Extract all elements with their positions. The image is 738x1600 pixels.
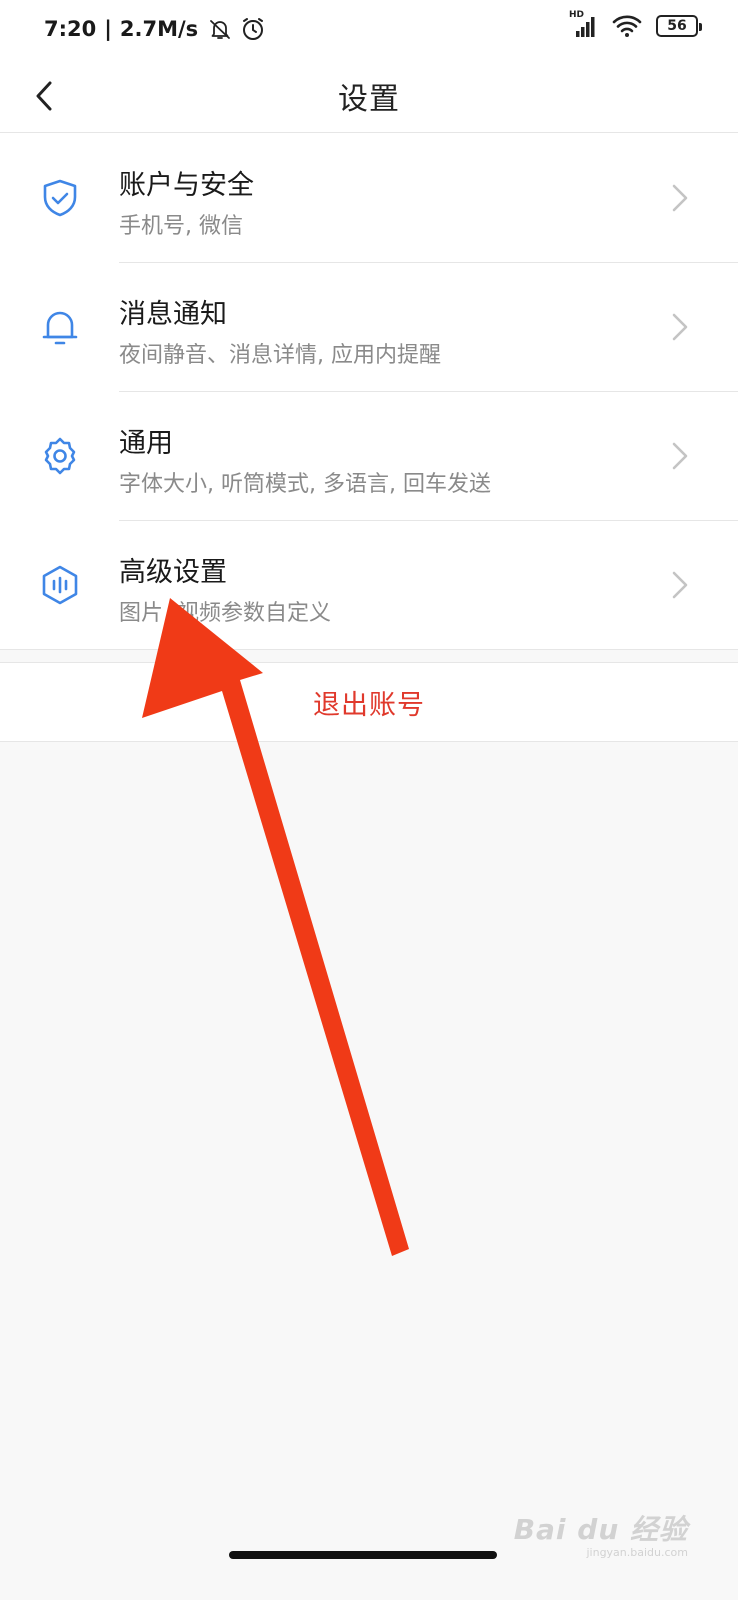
bell-icon: [39, 306, 81, 348]
signal-icon: HD: [569, 10, 598, 38]
setting-title: 高级设置: [119, 557, 227, 588]
logout-button[interactable]: 退出账号: [0, 662, 738, 742]
status-left: 7:20 | 2.7M/s: [44, 16, 266, 42]
wifi-icon: [612, 14, 642, 38]
setting-title: 通用: [119, 428, 173, 459]
logout-label: 退出账号: [313, 689, 425, 721]
status-separator: |: [104, 17, 112, 41]
setting-subtitle: 字体大小, 听筒模式, 多语言, 回车发送: [119, 472, 491, 497]
status-time: 7:20: [44, 17, 97, 41]
setting-subtitle: 图片, 视频参数自定义: [119, 601, 331, 626]
setting-item-general[interactable]: 通用 字体大小, 听筒模式, 多语言, 回车发送: [0, 391, 738, 520]
watermark-logo: Bai du 经验: [513, 1513, 688, 1546]
alarm-icon: [240, 16, 266, 42]
chevron-right-icon: [670, 183, 690, 213]
watermark: Bai du 经验 jingyan.baidu.com: [514, 1508, 688, 1559]
setting-item-account-security[interactable]: 账户与安全 手机号, 微信: [0, 133, 738, 262]
silent-bell-icon: [208, 17, 232, 41]
setting-subtitle: 手机号, 微信: [119, 214, 243, 239]
nav-bar: 设置: [0, 64, 738, 133]
settings-screen: 7:20 | 2.7M/s HD 56 设置 账户与安全 手机号, 微信 消息通…: [0, 0, 738, 1600]
setting-subtitle: 夜间静音、消息详情, 应用内提醒: [119, 343, 441, 368]
setting-title: 消息通知: [119, 299, 227, 330]
setting-item-notifications[interactable]: 消息通知 夜间静音、消息详情, 应用内提醒: [0, 262, 738, 391]
status-net-speed: 2.7M/s: [119, 17, 199, 41]
chevron-right-icon: [670, 441, 690, 471]
chevron-right-icon: [670, 570, 690, 600]
battery-icon: 56: [656, 15, 702, 37]
gear-icon: [39, 435, 81, 477]
chevron-right-icon: [670, 312, 690, 342]
setting-item-advanced[interactable]: 高级设置 图片, 视频参数自定义: [0, 520, 738, 649]
signal-hd-label: HD: [569, 10, 585, 20]
hexagon-bars-icon: [39, 564, 81, 606]
home-indicator[interactable]: [229, 1551, 497, 1559]
battery-level: 56: [667, 18, 687, 34]
setting-title: 账户与安全: [119, 170, 254, 201]
status-bar: 7:20 | 2.7M/s HD 56: [0, 0, 738, 64]
settings-list: 账户与安全 手机号, 微信 消息通知 夜间静音、消息详情, 应用内提醒 通用 字…: [0, 133, 738, 650]
status-right: HD 56: [569, 10, 702, 38]
page-title: 设置: [338, 82, 400, 117]
shield-check-icon: [39, 177, 81, 219]
